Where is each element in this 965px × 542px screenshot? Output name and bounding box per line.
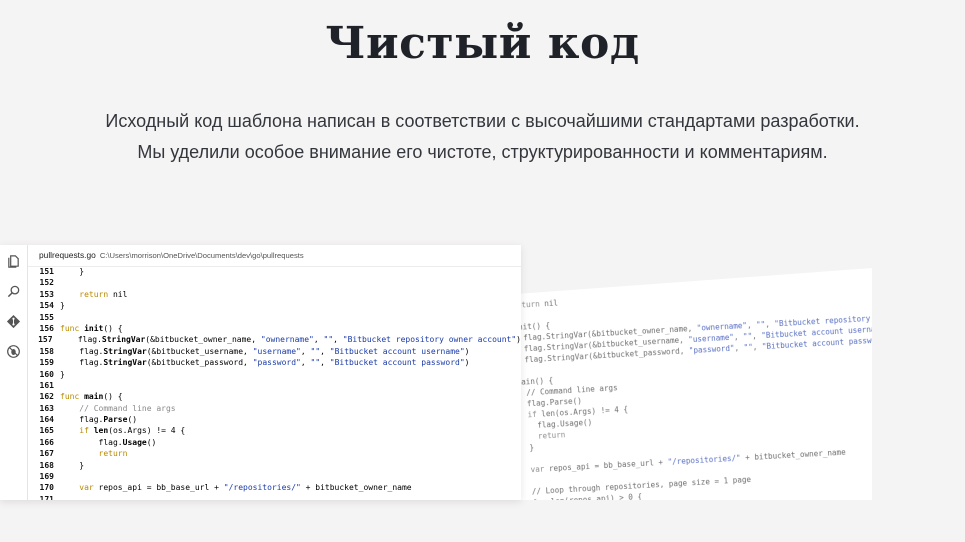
code-line: 156 func init() {	[28, 323, 521, 334]
code-line: 166 flag.Usage()	[28, 437, 521, 448]
line-text: return	[98, 449, 128, 459]
code-editor-window: pullrequests.go C:\Users\morrison\OneDriv…	[0, 245, 521, 500]
line-text: func init() {	[60, 323, 123, 333]
line-number: 151	[39, 267, 54, 276]
code-line: 165 if len(os.Args) != 4 {	[28, 425, 521, 436]
files-icon[interactable]	[6, 254, 21, 269]
line-number: 160	[39, 369, 54, 379]
code-line: 161	[28, 380, 521, 391]
code-line: 164 flag.Parse()	[28, 414, 521, 425]
code-line: 169	[28, 471, 521, 482]
code-line: 160}	[28, 369, 521, 380]
file-name: pullrequests.go	[39, 250, 96, 260]
code-line: 152	[28, 277, 521, 288]
search-icon[interactable]	[6, 284, 21, 299]
line-text: flag.StringVar(&bitbucket_username, "use…	[60, 346, 470, 356]
section-title: Чистый код	[325, 18, 640, 69]
line-number: 155	[39, 312, 54, 322]
code-line: 159 flag.StringVar(&bitbucket_password, …	[28, 357, 521, 368]
background-code-line: if err != nil {	[543, 526, 613, 540]
line-number: 169	[39, 472, 54, 482]
line-text: flag.Parse()	[60, 415, 138, 425]
line-number: 163	[39, 403, 54, 413]
code-line: 171	[28, 494, 521, 500]
line-text: return nil	[79, 289, 128, 299]
code-line: 163 // Command line args	[28, 403, 521, 414]
line-number: 162	[39, 392, 54, 402]
line-number: 168	[39, 460, 54, 470]
code-line: 158 flag.StringVar(&bitbucket_username, …	[28, 346, 521, 357]
code-line: 153 return nil	[28, 289, 521, 300]
code-line: 167 return	[28, 448, 521, 459]
line-number: 171	[39, 494, 54, 500]
editor-tab[interactable]: pullrequests.go C:\Users\morrison\OneDriv…	[28, 245, 521, 267]
line-number: 156	[39, 323, 54, 333]
description-line-1: Исходный код шаблона написан в соответст…	[105, 111, 860, 131]
description-line-2: Мы уделили особое внимание его чистоте, …	[137, 142, 828, 162]
code-area[interactable]: 151 } 152 153 return nil 154} 155 156 func ini…	[28, 266, 521, 500]
code-line: 170 var repos_api = bb_base_url + "/repo…	[28, 482, 521, 493]
line-number: 159	[39, 358, 54, 368]
line-number: 152	[39, 278, 54, 288]
code-line: 162 func main() {	[28, 391, 521, 402]
line-number: 170	[39, 483, 54, 493]
line-text: flag.StringVar(&bitbucket_password, "pas…	[60, 358, 470, 368]
line-text: var repos_api = bb_base_url + "/reposito…	[79, 483, 412, 493]
line-number: 161	[39, 380, 54, 390]
code-line: 154}	[28, 300, 521, 311]
line-number: 164	[39, 415, 54, 425]
line-number: 166	[39, 437, 54, 447]
line-text: flag.StringVar(&bitbucket_owner_name, "o…	[58, 335, 521, 345]
background-code: return nil init() { flag.StringVar(&bitb…	[512, 280, 872, 540]
line-text: if len(os.Args) != 4 {	[79, 426, 186, 436]
code-line: 157 flag.StringVar(&bitbucket_owner_name…	[28, 334, 521, 345]
activity-bar	[0, 245, 28, 500]
line-text: func main() {	[60, 392, 123, 402]
code-line: 151 }	[28, 266, 521, 277]
debug-icon[interactable]	[6, 344, 21, 359]
line-number: 165	[39, 426, 54, 436]
line-text: // Command line args	[60, 403, 176, 413]
line-number: 157	[38, 335, 53, 345]
line-number: 154	[39, 301, 54, 311]
line-text: }	[60, 460, 85, 470]
line-text: }	[60, 369, 65, 379]
code-line: 155	[28, 312, 521, 323]
line-number: 158	[39, 346, 54, 356]
source-control-icon[interactable]	[6, 314, 21, 329]
line-text: flag.Usage()	[60, 437, 157, 447]
background-code-editor: return nil init() { flag.StringVar(&bitb…	[490, 268, 872, 500]
background-code-line: json_response, err := getJSON(repos_api)	[524, 500, 872, 501]
line-text: }	[60, 301, 65, 311]
code-line: 168 }	[28, 460, 521, 471]
file-path: C:\Users\morrison\OneDrive\Documents\dev…	[99, 251, 304, 260]
line-number: 167	[39, 449, 54, 459]
section-description: Исходный код шаблона написан в соответст…	[0, 106, 965, 168]
line-text: }	[60, 267, 85, 276]
line-number: 153	[39, 289, 54, 299]
